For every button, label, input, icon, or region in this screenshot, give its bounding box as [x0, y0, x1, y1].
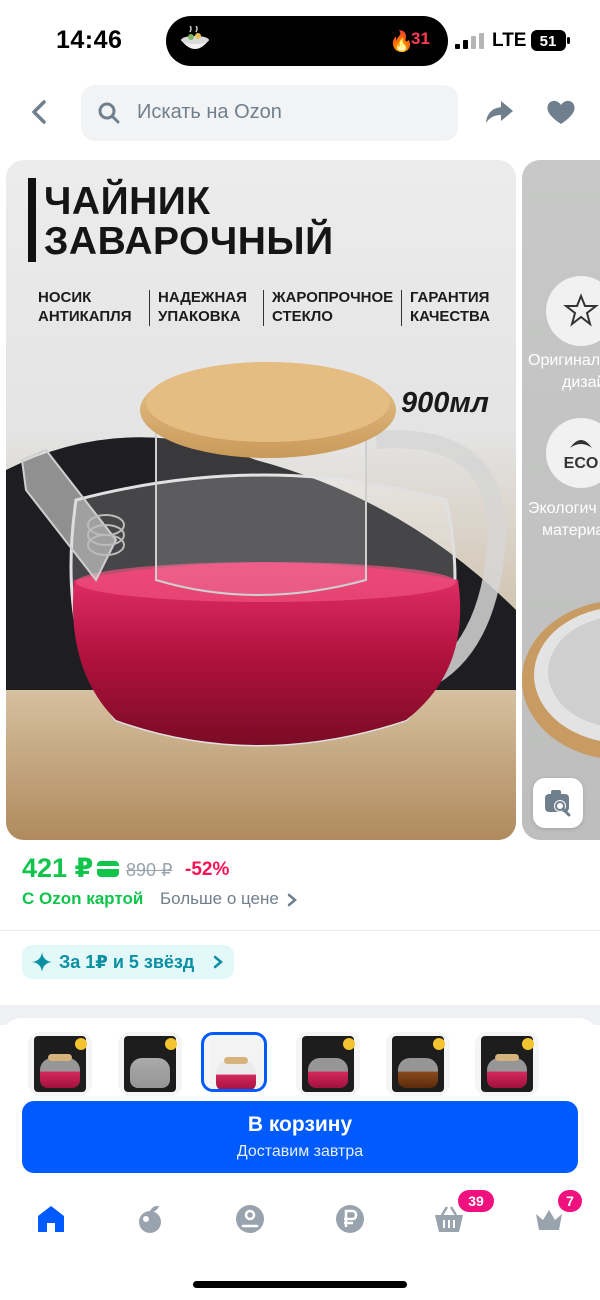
product-image-main[interactable]: ЧАЙНИК ЗАВАРОЧНЫЙ НОСИК АНТИКАПЛЯ НАДЕЖН…	[6, 160, 516, 840]
stars-offer-label: За 1₽ и 5 звёзд	[59, 952, 195, 972]
network-label: LTE	[492, 30, 527, 51]
search-icon	[98, 102, 120, 124]
thumb-flower	[75, 1038, 87, 1050]
feature-warranty-line2: КАЧЕСТВА	[410, 308, 490, 325]
home-icon[interactable]	[34, 1202, 68, 1236]
chevron-right-icon[interactable]	[286, 893, 298, 907]
thumb-lid	[48, 1054, 72, 1061]
thumb-teapot	[398, 1058, 438, 1088]
variant-thumb-1[interactable]	[118, 1032, 182, 1096]
thumb-flower	[522, 1038, 534, 1050]
thumb-teapot	[308, 1058, 348, 1088]
thumb-lid	[495, 1054, 519, 1061]
title-bar-accent	[28, 178, 36, 262]
feature-spout-line2: АНТИКАПЛЯ	[38, 308, 132, 325]
profile-badge: 7	[558, 1190, 582, 1212]
feature-divider	[263, 290, 264, 326]
leaf-icon: ECO	[564, 440, 599, 472]
section-divider	[0, 930, 600, 931]
add-to-cart-button[interactable]: В корзину Доставим завтра	[22, 1101, 578, 1173]
image-title: ЧАЙНИК ЗАВАРОЧНЫЙ	[44, 182, 334, 262]
battery-level: 51	[540, 33, 557, 50]
search-input[interactable]: Искать на Ozon	[81, 85, 458, 141]
original-design-line1: Оригинал	[528, 352, 600, 369]
eco-badge: ECO	[546, 418, 600, 488]
feature-spout-line1: НОСИК	[38, 289, 92, 306]
search-placeholder: Искать на Ozon	[137, 101, 282, 123]
image-search-button[interactable]	[533, 778, 583, 828]
home-indicator	[193, 1281, 407, 1288]
status-time: 14:46	[56, 26, 123, 54]
variant-thumbnails[interactable]	[0, 1032, 600, 1098]
coaster-image	[522, 601, 600, 759]
eco-material-line1: Экологич	[528, 500, 597, 517]
feature-glass-line2: СТЕКЛО	[272, 308, 333, 325]
image-title-line2: ЗАВАРОЧНЫЙ	[44, 220, 334, 263]
back-arrow-icon[interactable]	[22, 94, 58, 130]
price-old: 890 ₽	[126, 860, 173, 880]
star-badge-icon	[563, 293, 599, 327]
feature-package-line1: НАДЕЖНАЯ	[158, 289, 247, 306]
feature-glass: ЖАРОПРОЧНОЕ СТЕКЛО	[272, 288, 393, 326]
heart-icon[interactable]	[545, 96, 577, 128]
product-image-second[interactable]: Оригинал дизай ECO Экологич материа	[522, 160, 600, 840]
thumb-lid	[224, 1057, 248, 1064]
feature-warranty: ГАРАНТИЯ КАЧЕСТВА	[410, 288, 490, 326]
feature-divider	[149, 290, 150, 326]
variant-thumb-2[interactable]	[201, 1032, 267, 1092]
thumb-teapot	[216, 1061, 256, 1089]
product-gallery[interactable]: ЧАЙНИК ЗАВАРОЧНЫЙ НОСИК АНТИКАПЛЯ НАДЕЖН…	[0, 160, 600, 842]
ruble-icon[interactable]	[333, 1202, 367, 1236]
thumb-teapot	[40, 1058, 80, 1088]
eco-text: ECO	[564, 455, 599, 472]
status-bar: 14:46 🔥 31 LTE 51	[0, 0, 600, 80]
variant-thumb-3[interactable]	[296, 1032, 360, 1096]
variant-thumb-4[interactable]	[386, 1032, 450, 1096]
variant-thumb-0[interactable]	[28, 1032, 92, 1096]
image-title-line1: ЧАЙНИК	[44, 180, 211, 223]
volume-label: 900мл	[401, 387, 489, 419]
signal-icon	[455, 33, 484, 49]
bowl-icon	[181, 26, 209, 49]
thumb-flower	[433, 1038, 445, 1050]
feature-package-line2: УПАКОВКА	[158, 308, 241, 325]
price-current: 421 ₽	[22, 853, 94, 883]
ozon-card-label[interactable]: С Ozon картой	[22, 889, 143, 909]
thumb-flower	[343, 1038, 355, 1050]
add-to-cart-label: В корзину	[247, 1113, 353, 1136]
feature-divider	[401, 290, 402, 326]
feature-package: НАДЕЖНАЯ УПАКОВКА	[158, 288, 247, 326]
chevron-right-icon	[213, 955, 223, 969]
image-features: НОСИК АНТИКАПЛЯ НАДЕЖНАЯ УПАКОВКА ЖАРОПР…	[32, 288, 512, 332]
eco-material-line2: материа	[542, 522, 600, 539]
original-design-badge	[546, 276, 600, 346]
premium-icon[interactable]	[233, 1202, 267, 1236]
thumb-teapot	[487, 1058, 527, 1088]
eco-material-caption: Экологич материа	[528, 498, 600, 542]
more-about-price-link[interactable]: Больше о цене	[160, 889, 279, 909]
dynamic-island[interactable]: 🔥 31	[166, 16, 448, 66]
delivery-sublabel: Доставим завтра	[236, 1143, 364, 1160]
discount-badge: -52%	[185, 859, 230, 880]
thumb-flower	[165, 1038, 177, 1050]
stars-offer-chip[interactable]: За 1₽ и 5 звёзд	[22, 945, 234, 979]
ozon-card-icon	[97, 861, 119, 877]
teapot-illustration: 900мл	[6, 362, 516, 840]
battery-icon: 51	[531, 30, 571, 51]
share-icon[interactable]	[483, 96, 515, 128]
original-design-caption: Оригинал дизай	[528, 350, 600, 394]
original-design-line2: дизай	[562, 374, 600, 391]
thumb-teapot	[130, 1058, 170, 1088]
sparkle-icon	[32, 952, 52, 972]
bottom-tab-bar: 39 7	[0, 1188, 600, 1258]
feature-glass-line1: ЖАРОПРОЧНОЕ	[272, 289, 394, 306]
variant-thumb-5[interactable]	[475, 1032, 539, 1096]
streak-count: 31	[411, 29, 430, 48]
camera-search-icon	[545, 790, 571, 817]
feature-warranty-line1: ГАРАНТИЯ	[410, 289, 490, 306]
feature-spout: НОСИК АНТИКАПЛЯ	[38, 288, 132, 326]
fresh-icon[interactable]	[133, 1202, 167, 1236]
cart-badge: 39	[458, 1190, 494, 1212]
